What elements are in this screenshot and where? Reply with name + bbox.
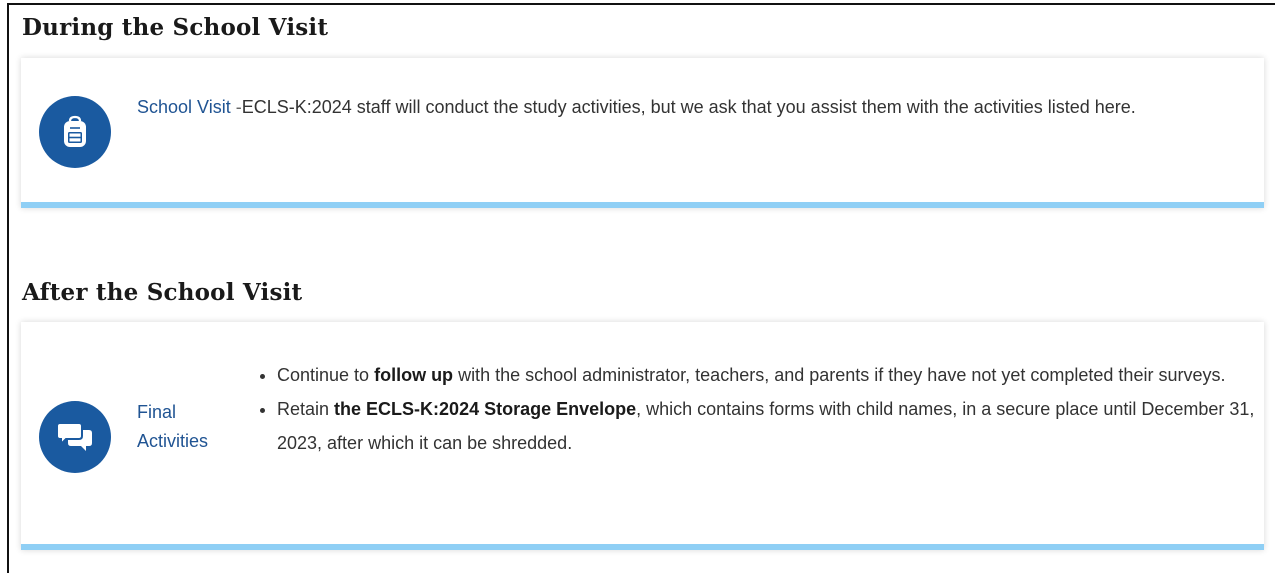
school-visit-description: School Visit -ECLS-K:2024 staff will con…: [137, 93, 1237, 122]
card-school-visit: School Visit -ECLS-K:2024 staff will con…: [21, 58, 1264, 208]
bullet-text-pre: Continue to: [277, 365, 375, 385]
chat-bubbles-icon: [39, 401, 111, 473]
section-title-after: After the School Visit: [22, 279, 303, 306]
school-visit-text: ECLS-K:2024 staff will conduct the study…: [241, 97, 1136, 117]
final-activities-link[interactable]: Final Activities: [137, 398, 237, 456]
backpack-icon: [39, 96, 111, 168]
bullet-text-pre: Retain: [277, 399, 335, 419]
bullet-text-bold: the ECLS-K:2024 Storage Envelope: [334, 399, 637, 419]
final-activities-list: Continue to follow up with the school ad…: [257, 358, 1277, 460]
section-title-during: During the School Visit: [22, 14, 329, 41]
list-item: Continue to follow up with the school ad…: [277, 358, 1277, 392]
bullet-text-bold: follow up: [374, 365, 454, 385]
bullet-text-post: with the school administrator, teachers,…: [453, 365, 1226, 385]
school-visit-link[interactable]: School Visit: [137, 97, 231, 117]
card-final-activities: Final Activities Continue to follow up w…: [21, 322, 1264, 550]
list-item: Retain the ECLS-K:2024 Storage Envelope,…: [277, 392, 1277, 460]
separator: -: [230, 97, 242, 117]
